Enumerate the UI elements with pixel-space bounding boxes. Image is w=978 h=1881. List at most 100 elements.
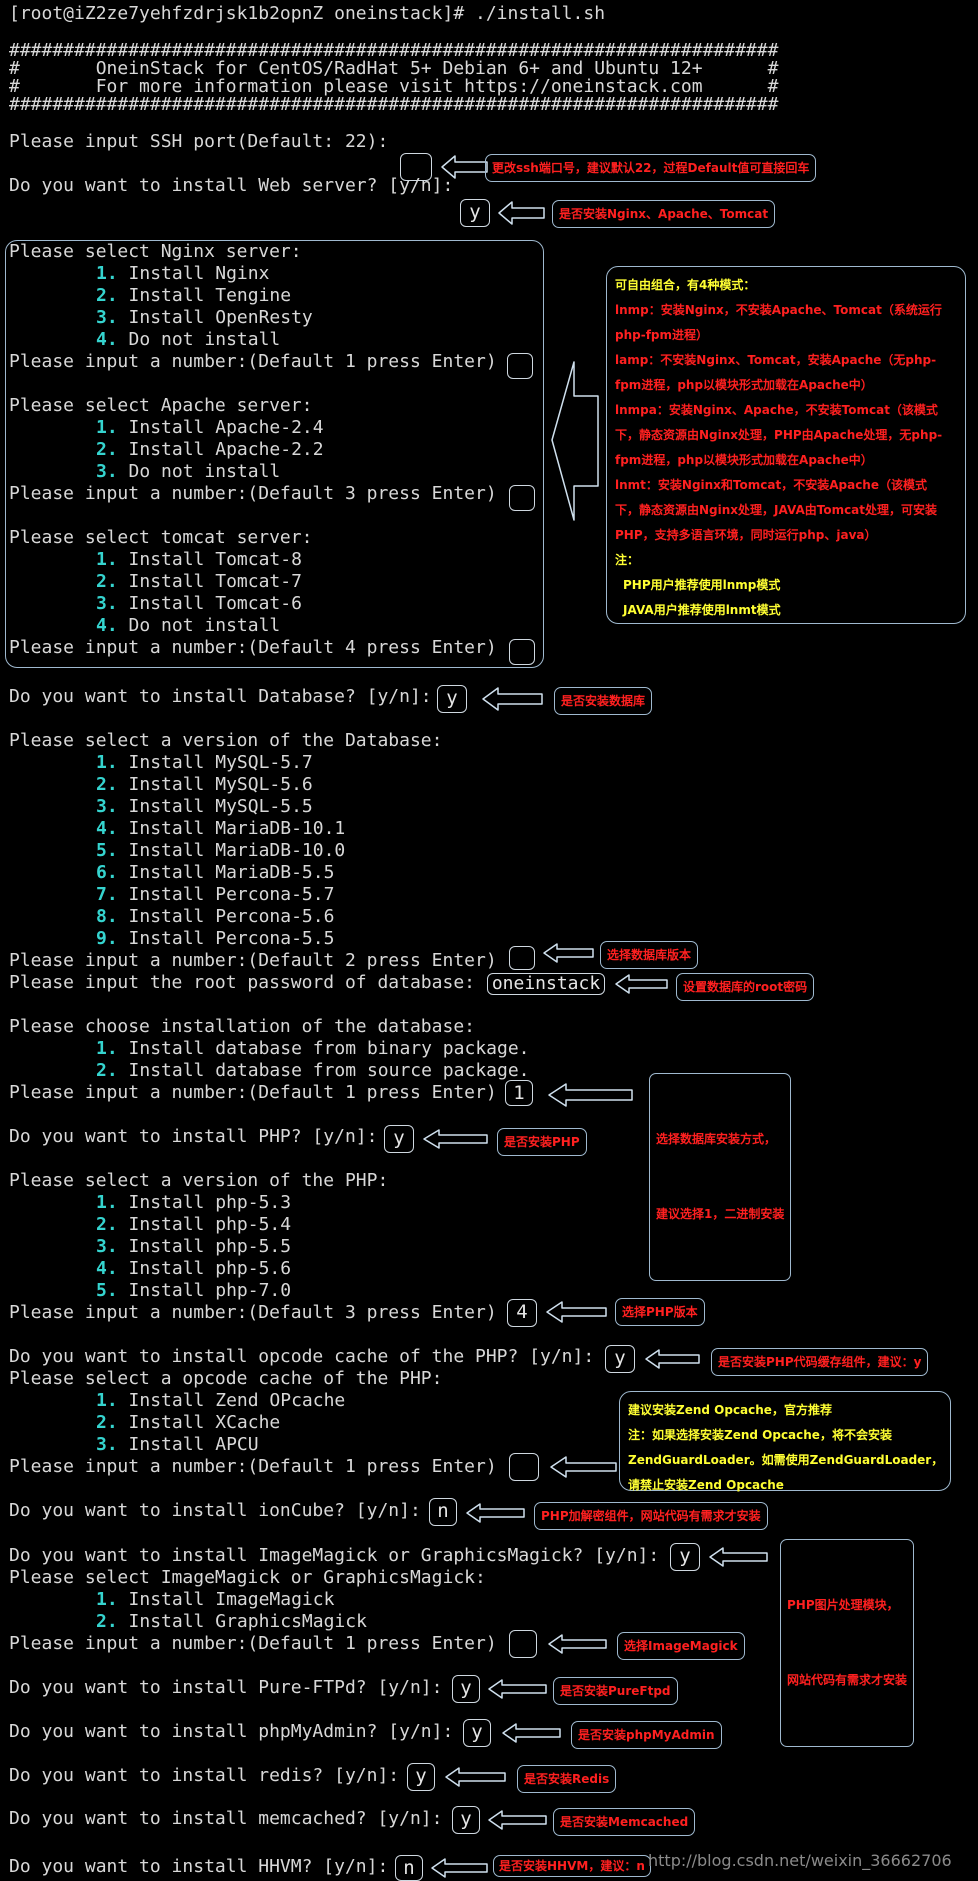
db-install-annotation-line: 建议选择1，二进制安装 — [656, 1207, 785, 1221]
db-version-option: 8. Install Percona-5.6 — [96, 906, 335, 927]
pureftpd-input[interactable]: y — [452, 1675, 480, 1703]
php-arrow-icon — [423, 1129, 488, 1149]
opcode-option: 1. Install Zend OPcache — [96, 1390, 346, 1411]
pureftpd-annotation: 是否安装PureFtpd — [553, 1677, 678, 1705]
nginx-option: 4. Do not install — [96, 329, 281, 350]
opcode-arrow-icon — [645, 1349, 700, 1369]
combo-line: 下，静态资源由Nginx处理，JAVA由Tomcat处理，可安装 — [615, 503, 938, 517]
web-arrow-icon — [498, 201, 545, 225]
root-password-input[interactable]: oneinstack — [487, 973, 605, 995]
db-version-option: 6. Install MariaDB-5.5 — [96, 862, 335, 883]
pureftpd-arrow-icon — [488, 1679, 547, 1699]
redis-annotation: 是否安装Redis — [517, 1765, 617, 1793]
php-annotation: 是否安装PHP — [497, 1128, 587, 1156]
db-version-arrow-icon — [543, 943, 594, 963]
db-install-input[interactable]: 1 — [505, 1080, 533, 1106]
phpmyadmin-prompt: Do you want to install phpMyAdmin? [y/n]… — [9, 1721, 454, 1742]
ioncube-input[interactable]: n — [429, 1498, 457, 1526]
nginx-input[interactable] — [507, 353, 533, 379]
web-server-input[interactable]: y — [460, 199, 490, 227]
apache-option: 2. Install Apache-2.2 — [96, 439, 324, 460]
combo-line: 下，静态资源由Nginx处理，PHP由Apache处理，无php- — [615, 428, 943, 442]
db-install-annotation: 选择数据库安装方式， 建议选择1，二进制安装 — [649, 1073, 792, 1281]
phpmyadmin-annotation: 是否安装phpMyAdmin — [571, 1721, 722, 1749]
apache-option: 1. Install Apache-2.4 — [96, 417, 324, 438]
nginx-option: 1. Install Nginx — [96, 263, 270, 284]
imagick-prompt: Do you want to install ImageMagick or Gr… — [9, 1545, 660, 1566]
php-input[interactable]: y — [384, 1125, 414, 1153]
imagick-select-title: Please select ImageMagick or GraphicsMag… — [9, 1567, 486, 1588]
imagick-select-input[interactable] — [509, 1630, 537, 1658]
memcached-arrow-icon — [488, 1810, 547, 1830]
root-password-annotation: 设置数据库的root密码 — [676, 973, 815, 1001]
opcode-annotation: 是否安装PHP代码缓存组件，建议：y — [711, 1348, 929, 1376]
ssh-annotation: 更改ssh端口号，建议默认22，过程Default值可直接回车 — [485, 154, 817, 182]
combo-line: lnmp：安装Nginx，不安装Apache、Tomcat（系统运行 — [615, 303, 942, 317]
web-server-prompt: Do you want to install Web server? [y/n]… — [9, 175, 454, 196]
database-input[interactable]: y — [437, 685, 467, 713]
combo-title: 可自由组合，有4种模式： — [615, 278, 756, 292]
memcached-annotation: 是否安装Memcached — [553, 1808, 696, 1836]
pureftpd-prompt: Do you want to install Pure-FTPd? [y/n]: — [9, 1677, 443, 1698]
db-version-option: 2. Install MySQL-5.6 — [96, 774, 313, 795]
opcode-select-annotation-line: 建议安装Zend Opcache，官方推荐 — [628, 1403, 832, 1417]
opcode-input[interactable]: y — [605, 1345, 635, 1373]
opcode-option: 2. Install XCache — [96, 1412, 281, 1433]
db-version-option: 7. Install Percona-5.7 — [96, 884, 335, 905]
imagick-annotation-line: 网站代码有需求才安装 — [787, 1673, 908, 1687]
nginx-title: Please select Nginx server: — [9, 241, 302, 262]
combo-line: PHP，支持多语言环境，同时运行php、java） — [615, 528, 877, 542]
imagick-annotation: PHP图片处理模块， 网站代码有需求才安装 — [780, 1539, 915, 1747]
command-line: [root@iZ2ze7yehfzdrjsk1b2opnZ oneinstack… — [9, 3, 606, 24]
database-annotation: 是否安装数据库 — [554, 687, 653, 715]
db-install-option: 1. Install database from binary package. — [96, 1038, 530, 1059]
nginx-input-prompt: Please input a number:(Default 1 press E… — [9, 351, 497, 372]
php-version-input[interactable]: 4 — [507, 1299, 537, 1327]
db-version-title: Please select a version of the Database: — [9, 730, 443, 751]
imagick-select-annotation: 选择ImageMagick — [617, 1632, 745, 1660]
apache-input-prompt: Please input a number:(Default 3 press E… — [9, 483, 497, 504]
opcode-select-input[interactable] — [509, 1453, 539, 1481]
php-version-option: 5. Install php-7.0 — [96, 1280, 292, 1301]
php-version-option: 4. Install php-5.6 — [96, 1258, 292, 1279]
terminal-window: [root@iZ2ze7yehfzdrjsk1b2opnZ oneinstack… — [0, 0, 978, 1881]
apache-title: Please select Apache server: — [9, 395, 313, 416]
nginx-option: 3. Install OpenResty — [96, 307, 313, 328]
opcode-select-annotation-line: 注：如果选择安装Zend Opcache，将不会安装 — [628, 1428, 892, 1442]
imagick-select-arrow-icon — [548, 1634, 607, 1654]
db-version-option: 4. Install MariaDB-10.1 — [96, 818, 346, 839]
php-version-input-prompt: Please input a number:(Default 3 press E… — [9, 1302, 497, 1323]
memcached-prompt: Do you want to install memcached? [y/n]: — [9, 1808, 443, 1829]
redis-input[interactable]: y — [407, 1763, 435, 1791]
combo-annotation: 可自由组合，有4种模式： lnmp：安装Nginx，不安装Apache、Tomc… — [606, 266, 966, 624]
php-version-title: Please select a version of the PHP: — [9, 1170, 389, 1191]
apache-input[interactable] — [509, 485, 535, 511]
apache-option: 3. Do not install — [96, 461, 281, 482]
hhvm-annotation: 是否安装HHVM，建议：n — [493, 1855, 651, 1877]
opcode-select-title: Please select a opcode cache of the PHP: — [9, 1368, 443, 1389]
imagick-input[interactable]: y — [670, 1543, 700, 1571]
combo-line: php-fpm进程） — [615, 328, 709, 342]
tomcat-title: Please select tomcat server: — [9, 527, 313, 548]
tomcat-input[interactable] — [509, 639, 535, 665]
combo-line: fpm进程，php以模块形式加载在Apache中） — [615, 453, 873, 467]
db-install-input-prompt: Please input a number:(Default 1 press E… — [9, 1082, 497, 1103]
hhvm-prompt: Do you want to install HHVM? [y/n]: — [9, 1856, 389, 1877]
imagick-option: 1. Install ImageMagick — [96, 1589, 335, 1610]
db-install-title: Please choose installation of the databa… — [9, 1016, 475, 1037]
db-version-input[interactable] — [509, 946, 535, 970]
db-version-input-prompt: Please input a number:(Default 2 press E… — [9, 950, 497, 971]
db-install-annotation-line: 选择数据库安装方式， — [656, 1132, 777, 1146]
web-annotation: 是否安装Nginx、Apache、Tomcat — [552, 200, 776, 228]
opcode-select-annotation: 建议安装Zend Opcache，官方推荐 注：如果选择安装Zend Opcac… — [619, 1391, 951, 1492]
db-install-arrow-icon — [548, 1083, 633, 1107]
memcached-input[interactable]: y — [452, 1806, 480, 1834]
db-version-option: 5. Install MariaDB-10.0 — [96, 840, 346, 861]
redis-arrow-icon — [445, 1767, 506, 1787]
opcode-select-annotation-line: ZendGuardLoader。如需使用ZendGuardLoader， — [628, 1453, 944, 1467]
imagick-arrow-icon — [709, 1547, 768, 1567]
hhvm-input[interactable]: n — [395, 1855, 423, 1881]
phpmyadmin-input[interactable]: y — [463, 1719, 491, 1747]
banner-border-bottom: ########################################… — [9, 94, 779, 115]
ioncube-prompt: Do you want to install ionCube? [y/n]: — [9, 1500, 421, 1521]
